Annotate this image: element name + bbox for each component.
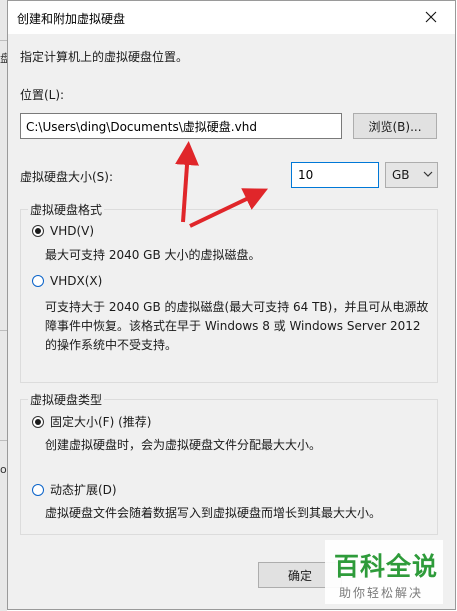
radio-dynamic-label: 动态扩展(D) xyxy=(50,483,117,497)
vhdx-description-line-1: 可支持大于 2040 GB 的虚拟磁盘(最大可支持 64 TB)，并且可从电源故 xyxy=(45,300,429,314)
background-divider xyxy=(0,330,7,331)
vhdx-description-line-3: 的操作系统中不受支持。 xyxy=(45,338,178,352)
watermark-title: 百科全说 xyxy=(334,552,439,581)
radio-button-unselected xyxy=(32,275,44,287)
background-divider xyxy=(0,40,7,41)
dynamic-description: 虚拟硬盘文件会随着数据写入到虚拟硬盘而增长到其最大大小。 xyxy=(45,506,382,520)
intro-text: 指定计算机上的虚拟硬盘位置。 xyxy=(20,50,189,64)
close-button[interactable] xyxy=(409,2,453,32)
size-label: 虚拟硬盘大小(S): xyxy=(20,170,114,184)
type-group-title: 虚拟硬盘类型 xyxy=(28,391,105,408)
background-glyph: o xyxy=(0,463,7,476)
browse-button[interactable]: 浏览(B)... xyxy=(353,113,437,139)
radio-button-selected xyxy=(32,415,44,428)
radio-vhd[interactable]: VHD(V) xyxy=(32,224,94,238)
dialog-title: 创建和附加虚拟硬盘 xyxy=(17,12,126,26)
chevron-down-icon xyxy=(423,171,433,177)
size-unit-value: GB xyxy=(392,168,410,182)
watermark: 百科全说 助你轻松解决 xyxy=(325,540,443,604)
radio-button-unselected xyxy=(32,483,44,496)
fixed-size-description: 创建虚拟硬盘时，会为虚拟硬盘文件分配最大大小。 xyxy=(45,438,322,452)
background-window-edge xyxy=(0,0,7,611)
location-label: 位置(L): xyxy=(20,88,65,102)
create-vhd-dialog: 创建和附加虚拟硬盘 指定计算机上的虚拟硬盘位置。 位置(L): 浏览(B)...… xyxy=(7,0,456,610)
watermark-subtitle: 助你轻松解决 xyxy=(339,586,424,600)
radio-vhdx-label: VHDX(X) xyxy=(50,274,103,288)
radio-fixed-size-label: 固定大小(F) (推荐) xyxy=(50,415,152,429)
vhdx-description-line-2: 障事件中恢复。该格式在早于 Windows 8 或 Windows Server… xyxy=(45,319,421,333)
radio-vhd-label: VHD(V) xyxy=(50,224,95,238)
background-divider xyxy=(0,440,7,441)
radio-dynamic[interactable]: 动态扩展(D) xyxy=(32,481,117,498)
radio-vhdx[interactable]: VHDX(X) xyxy=(32,274,102,288)
dialog-body: 指定计算机上的虚拟硬盘位置。 位置(L): 浏览(B)... 虚拟硬盘大小(S)… xyxy=(8,34,455,609)
radio-button-selected xyxy=(32,225,44,237)
location-input[interactable] xyxy=(20,113,342,139)
format-group-title: 虚拟硬盘格式 xyxy=(28,201,105,218)
title-bar: 创建和附加虚拟硬盘 xyxy=(8,1,455,34)
size-unit-select[interactable]: GB xyxy=(385,162,438,188)
radio-fixed-size[interactable]: 固定大小(F) (推荐) xyxy=(32,413,151,430)
close-icon xyxy=(425,11,437,23)
vhd-description: 最大可支持 2040 GB 大小的虚拟磁盘。 xyxy=(45,248,261,262)
size-input[interactable] xyxy=(291,162,379,188)
